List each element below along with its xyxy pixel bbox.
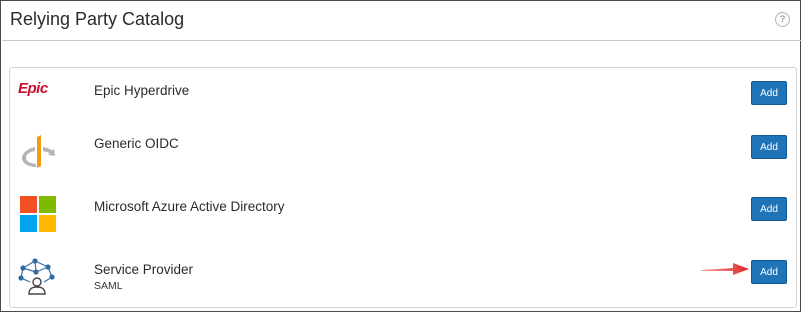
service-provider-icon xyxy=(18,258,56,301)
catalog-header: Relying Party Catalog ? xyxy=(2,2,801,41)
item-subtitle: SAML xyxy=(94,280,123,292)
item-name: Service Provider xyxy=(94,262,194,277)
microsoft-logo xyxy=(20,196,56,237)
generic-oidc-add-button[interactable]: Add xyxy=(751,135,787,159)
item-name: Generic OIDC xyxy=(94,136,179,151)
epic-logo: Epic xyxy=(18,80,48,98)
openid-icon xyxy=(20,134,56,175)
page-title: Relying Party Catalog xyxy=(10,9,185,29)
list-item: Generic OIDC Add xyxy=(10,122,796,184)
item-name: Epic Hyperdrive xyxy=(94,83,190,98)
relying-party-catalog-window: Relying Party Catalog ? Epic Epic Hyperd… xyxy=(0,0,801,312)
azure-ad-add-button[interactable]: Add xyxy=(751,197,787,221)
help-icon[interactable]: ? xyxy=(775,12,790,27)
epic-hyperdrive-add-button[interactable]: Add xyxy=(751,81,787,105)
catalog-list: Epic Epic Hyperdrive Add Generic OIDC Ad… xyxy=(9,67,797,308)
epic-logo-text: Epic xyxy=(18,80,48,97)
list-item: Epic Epic Hyperdrive Add xyxy=(10,68,796,122)
item-name: Microsoft Azure Active Directory xyxy=(94,199,285,214)
list-item: Microsoft Azure Active Directory Add xyxy=(10,184,796,246)
service-provider-add-button[interactable]: Add xyxy=(751,260,787,284)
list-item: Service Provider SAML Add xyxy=(10,246,796,308)
red-arrow-icon xyxy=(701,263,749,275)
